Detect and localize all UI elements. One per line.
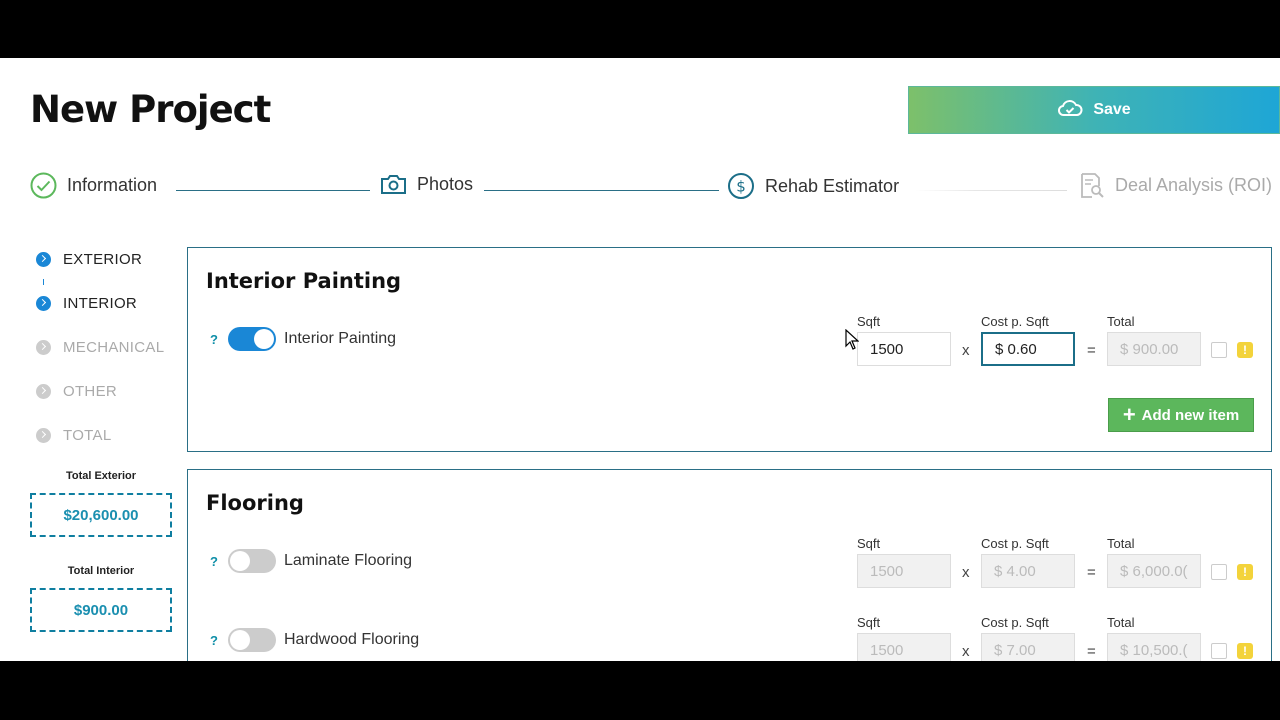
sidebar-connector — [43, 279, 44, 285]
info-icon[interactable]: ! — [1237, 564, 1253, 580]
step-deal-analysis-label: Deal Analysis (ROI) — [1115, 175, 1273, 195]
sidebar-item-label: OTHER — [63, 383, 117, 400]
times-sign: x — [962, 643, 970, 660]
laminate-flooring-toggle[interactable] — [228, 549, 276, 573]
step-connector — [176, 190, 370, 191]
cost-per-sqft-input[interactable]: $ 0.60 — [981, 332, 1075, 366]
row-checkbox[interactable] — [1211, 564, 1227, 580]
equals-sign: = — [1087, 643, 1096, 660]
sqft-input[interactable]: 1500 — [857, 633, 951, 661]
times-sign: x — [962, 564, 970, 581]
interior-painting-calc: Sqft 1500 x Cost p. Sqft $ 0.60 = Total … — [857, 314, 1257, 374]
item-label: Hardwood Flooring — [284, 631, 420, 648]
add-new-item-label: Add new item — [1141, 406, 1240, 424]
equals-sign: = — [1087, 564, 1096, 581]
total-exterior-value: $20,600.00 — [30, 493, 172, 537]
app-window: New Project Save Information Photos $ Re… — [0, 58, 1280, 661]
sidebar-item-label: EXTERIOR — [63, 251, 143, 268]
laminate-flooring-calc: Sqft 1500 x Cost p. Sqft $ 4.00 = Total … — [857, 536, 1257, 596]
item-label: Interior Painting — [284, 330, 397, 347]
page-title: New Project — [30, 88, 271, 131]
equals-sign: = — [1087, 342, 1096, 359]
cost-per-sqft-input[interactable]: $ 4.00 — [981, 554, 1075, 588]
total-field: $ 900.00 — [1107, 332, 1201, 366]
step-photos[interactable]: Photos — [380, 172, 473, 196]
mouse-cursor-icon — [845, 328, 860, 356]
total-field: $ 6,000.0( — [1107, 554, 1201, 588]
cost-label: Cost p. Sqft — [981, 615, 1049, 630]
times-sign: x — [962, 342, 970, 359]
total-interior-label: Total Interior — [67, 565, 135, 577]
sidebar-item-label: TOTAL — [63, 427, 112, 444]
step-information[interactable]: Information — [30, 172, 157, 199]
step-connector — [915, 190, 1067, 191]
step-photos-label: Photos — [417, 173, 474, 194]
sqft-label: Sqft — [857, 314, 881, 329]
sqft-label: Sqft — [857, 536, 881, 551]
sidebar-item-label: INTERIOR — [63, 295, 138, 312]
document-search-icon — [1080, 172, 1105, 199]
cost-per-sqft-input[interactable]: $ 7.00 — [981, 633, 1075, 661]
hardwood-flooring-row: ? Hardwood Flooring — [208, 628, 419, 652]
hardwood-flooring-toggle[interactable] — [228, 628, 276, 652]
save-button-label: Save — [1093, 101, 1131, 118]
help-icon[interactable]: ? — [208, 332, 220, 347]
step-connector — [484, 190, 719, 191]
hardwood-flooring-calc: Sqft 1500 x Cost p. Sqft $ 7.00 = Total … — [857, 615, 1257, 661]
toggle-knob — [254, 329, 274, 349]
plus-icon: + — [1122, 402, 1136, 427]
interior-painting-toggle[interactable] — [228, 327, 276, 351]
dollar-circle-icon: $ — [727, 172, 755, 200]
toggle-knob — [230, 630, 250, 650]
total-label: Total — [1107, 615, 1135, 630]
interior-painting-card: Interior Painting ? Interior Painting Sq… — [187, 247, 1272, 452]
total-label: Total — [1107, 314, 1135, 329]
sidebar-item-exterior[interactable]: EXTERIOR — [36, 251, 142, 268]
total-field: $ 10,500.( — [1107, 633, 1201, 661]
chevron-right-icon — [36, 384, 51, 399]
step-rehab-estimator[interactable]: $ Rehab Estimator — [727, 172, 899, 200]
step-deal-analysis[interactable]: Deal Analysis (ROI) — [1080, 172, 1272, 199]
chevron-right-icon — [36, 296, 51, 311]
camera-icon — [380, 172, 407, 196]
sidebar-item-total[interactable]: TOTAL — [36, 427, 111, 444]
sqft-input[interactable]: 1500 — [857, 332, 951, 366]
row-checkbox[interactable] — [1211, 342, 1227, 358]
cost-label: Cost p. Sqft — [981, 314, 1049, 329]
laminate-flooring-row: ? Laminate Flooring — [208, 549, 412, 573]
total-label: Total — [1107, 536, 1135, 551]
toggle-knob — [230, 551, 250, 571]
chevron-right-icon — [36, 428, 51, 443]
check-circle-icon — [30, 172, 57, 199]
svg-text:$: $ — [736, 178, 746, 196]
save-button[interactable]: Save — [908, 86, 1280, 134]
step-information-label: Information — [67, 175, 158, 195]
add-new-item-button[interactable]: + Add new item — [1108, 398, 1254, 432]
sidebar-item-mechanical[interactable]: MECHANICAL — [36, 339, 164, 356]
help-icon[interactable]: ? — [208, 554, 220, 569]
sidebar-item-label: MECHANICAL — [63, 339, 165, 356]
total-exterior-label: Total Exterior — [65, 470, 137, 482]
sidebar-item-interior[interactable]: INTERIOR — [36, 295, 137, 312]
flooring-card: Flooring ? Laminate Flooring Sqft 1500 x… — [187, 469, 1272, 661]
interior-painting-row: ? Interior Painting — [208, 327, 396, 351]
step-rehab-estimator-label: Rehab Estimator — [765, 175, 900, 196]
info-icon[interactable]: ! — [1237, 342, 1253, 358]
row-checkbox[interactable] — [1211, 643, 1227, 659]
card-title: Interior Painting — [206, 269, 402, 293]
sidebar-item-other[interactable]: OTHER — [36, 383, 117, 400]
item-label: Laminate Flooring — [284, 552, 413, 569]
chevron-right-icon — [36, 252, 51, 267]
info-icon[interactable]: ! — [1237, 643, 1253, 659]
sqft-input[interactable]: 1500 — [857, 554, 951, 588]
cost-label: Cost p. Sqft — [981, 536, 1049, 551]
help-icon[interactable]: ? — [208, 633, 220, 648]
cloud-check-icon — [1057, 98, 1083, 123]
total-interior-value: $900.00 — [30, 588, 172, 632]
chevron-right-icon — [36, 340, 51, 355]
card-title: Flooring — [206, 491, 304, 515]
sqft-label: Sqft — [857, 615, 881, 630]
